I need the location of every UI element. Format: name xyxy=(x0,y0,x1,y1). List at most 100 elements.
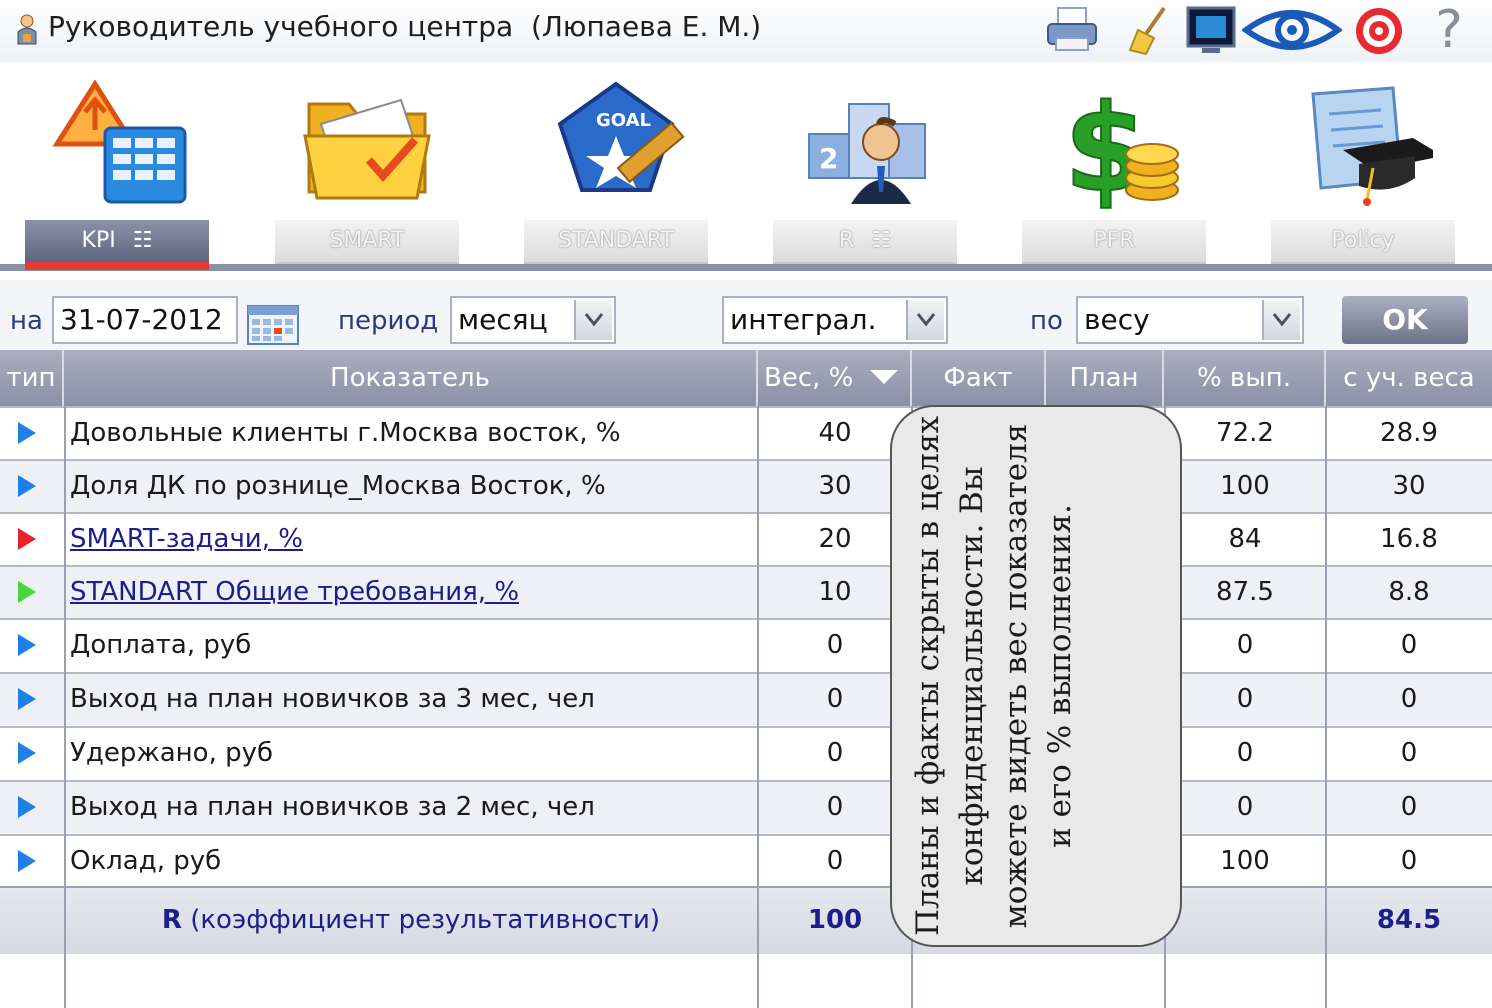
module-kpi-label: KPI xyxy=(81,228,116,253)
table-row[interactable]: Доплата, руб 0 0 0 xyxy=(0,618,1492,671)
column-header-type[interactable]: тип xyxy=(0,350,64,406)
table-row[interactable]: Оклад, руб 0 100 0 xyxy=(0,834,1492,887)
chevron-down-icon[interactable] xyxy=(1262,300,1300,340)
user-icon xyxy=(17,14,37,45)
weight-cell: 10 xyxy=(818,577,852,607)
chevron-down-icon[interactable] xyxy=(906,300,944,340)
module-smart-button[interactable]: SMART xyxy=(275,220,459,264)
help-icon[interactable]: ? xyxy=(1424,4,1474,56)
weighted-cell: 28.9 xyxy=(1380,418,1438,448)
confidentiality-note: Планы и факты скрыты в целях конфиденциа… xyxy=(890,405,1182,947)
module-r-button[interactable]: R ☷ xyxy=(773,220,957,264)
module-pfr[interactable]: $ PFR xyxy=(1022,80,1206,270)
column-header-fact[interactable]: Факт xyxy=(912,350,1046,406)
table-row[interactable]: STANDART Общие требования, % 10 87.5 8.8 xyxy=(0,565,1492,618)
title-bar: Руководитель учебного центра (Люпаева Е.… xyxy=(0,0,1492,62)
percent-cell: 0 xyxy=(1236,684,1254,714)
weight-cell: 0 xyxy=(826,846,844,876)
indicator-name: Оклад, руб xyxy=(70,846,222,876)
column-header-weighted[interactable]: с уч. веса xyxy=(1326,350,1492,406)
svg-text:GOAL: GOAL xyxy=(596,110,651,131)
svg-text:2: 2 xyxy=(819,142,838,175)
expand-arrow-icon[interactable] xyxy=(18,742,36,764)
percent-cell: 84 xyxy=(1228,524,1262,554)
column-header-weight[interactable]: Вес, % xyxy=(758,350,912,406)
column-divider xyxy=(1325,406,1327,1008)
total-label-bold: R xyxy=(161,905,182,935)
grid-icon: ☷ xyxy=(871,228,892,253)
column-header-indicator[interactable]: Показатель xyxy=(64,350,758,406)
printer-icon[interactable] xyxy=(1044,4,1102,56)
module-policy-button[interactable]: Policy xyxy=(1271,220,1455,264)
table-row[interactable]: Довольные клиенты г.Москва восток, % 40 72… xyxy=(0,406,1492,459)
expand-arrow-icon[interactable] xyxy=(18,581,36,603)
module-standart[interactable]: GOAL STANDART xyxy=(524,80,708,270)
percent-cell: 0 xyxy=(1236,738,1254,768)
expand-arrow-icon[interactable] xyxy=(18,796,36,818)
module-kpi[interactable]: KPI ☷ xyxy=(25,80,209,270)
weight-cell: 20 xyxy=(818,524,852,554)
table-row[interactable]: Выход на план новичков за 3 мес, чел 0 0 0 xyxy=(0,672,1492,725)
sort-select-value: весу xyxy=(1084,303,1150,336)
period-select[interactable]: месяц xyxy=(450,296,616,344)
module-kpi-button[interactable]: KPI ☷ xyxy=(25,220,209,262)
weighted-cell: 16.8 xyxy=(1380,524,1438,554)
expand-arrow-icon[interactable] xyxy=(18,688,36,710)
expand-arrow-icon[interactable] xyxy=(18,634,36,656)
sort-select[interactable]: весу xyxy=(1076,296,1304,344)
total-weighted: 84.5 xyxy=(1376,905,1442,935)
date-input[interactable]: 31-07-2012 xyxy=(52,296,238,344)
period-label: период xyxy=(338,306,439,336)
target-icon[interactable] xyxy=(1350,4,1408,56)
window-title: Руководитель учебного центра (Люпаева Е.… xyxy=(48,10,762,43)
goal-icon: GOAL xyxy=(557,81,685,192)
active-tab-indicator-line xyxy=(25,262,209,270)
monitor-icon[interactable] xyxy=(1182,4,1240,56)
weighted-cell: 0 xyxy=(1400,630,1418,660)
indicator-link[interactable]: STANDART Общие требования, % xyxy=(70,567,519,618)
module-smart[interactable]: SMART xyxy=(275,80,459,270)
weight-cell: 40 xyxy=(818,418,852,448)
expand-arrow-icon[interactable] xyxy=(18,475,36,497)
weighted-cell: 0 xyxy=(1400,792,1418,822)
indicator-name: Довольные клиенты г.Москва восток, % xyxy=(70,418,621,448)
indicator-link[interactable]: SMART-задачи, % xyxy=(70,514,303,565)
total-weight: 100 xyxy=(807,905,863,935)
weighted-cell: 0 xyxy=(1400,684,1418,714)
period-select-value: месяц xyxy=(458,303,548,336)
podium-icon: 2 xyxy=(808,103,926,204)
mode-select[interactable]: интеграл. xyxy=(722,296,948,344)
table-row[interactable]: Доля ДК по рознице_Москва Восток, % 30 100… xyxy=(0,459,1492,512)
module-policy[interactable]: Policy xyxy=(1271,80,1455,270)
chevron-down-icon[interactable] xyxy=(574,300,612,340)
eye-icon[interactable] xyxy=(1242,4,1342,56)
percent-cell: 0 xyxy=(1236,792,1254,822)
percent-cell: 0 xyxy=(1236,630,1254,660)
percent-cell: 72.2 xyxy=(1216,418,1274,448)
module-r[interactable]: 2 R ☷ xyxy=(773,80,957,270)
column-header-plan[interactable]: План xyxy=(1046,350,1164,406)
expand-arrow-icon[interactable] xyxy=(18,422,36,444)
weight-cell: 0 xyxy=(826,792,844,822)
broom-icon[interactable] xyxy=(1120,4,1178,56)
graduation-icon xyxy=(1311,86,1433,206)
ok-button[interactable]: OK xyxy=(1342,296,1468,344)
table-row[interactable]: Выход на план новичков за 2 мес, чел 0 0 0 xyxy=(0,780,1492,833)
module-r-label: R xyxy=(838,228,855,253)
percent-cell: 100 xyxy=(1220,471,1270,501)
percent-cell: 100 xyxy=(1220,846,1270,876)
weighted-cell: 0 xyxy=(1400,738,1418,768)
column-header-percent[interactable]: % вып. xyxy=(1164,350,1326,406)
module-standart-button[interactable]: STANDART xyxy=(524,220,708,264)
table-row[interactable]: SMART-задачи, % 20 84 16.8 xyxy=(0,512,1492,565)
calendar-icon[interactable] xyxy=(246,302,302,346)
table-row[interactable]: Удержано, руб 0 0 0 xyxy=(0,726,1492,779)
indicator-name: Выход на план новичков за 3 мес, чел xyxy=(70,684,595,714)
expand-arrow-icon[interactable] xyxy=(18,528,36,550)
expand-arrow-icon[interactable] xyxy=(18,850,36,872)
filter-bar: на 31-07-2012 период месяц интеграл. по … xyxy=(0,280,1492,350)
total-label: R (коэффициент результативности) xyxy=(64,888,758,952)
sort-desc-icon xyxy=(869,370,898,384)
dollar-icon: $ xyxy=(1063,80,1179,215)
module-pfr-button[interactable]: PFR xyxy=(1022,220,1206,264)
